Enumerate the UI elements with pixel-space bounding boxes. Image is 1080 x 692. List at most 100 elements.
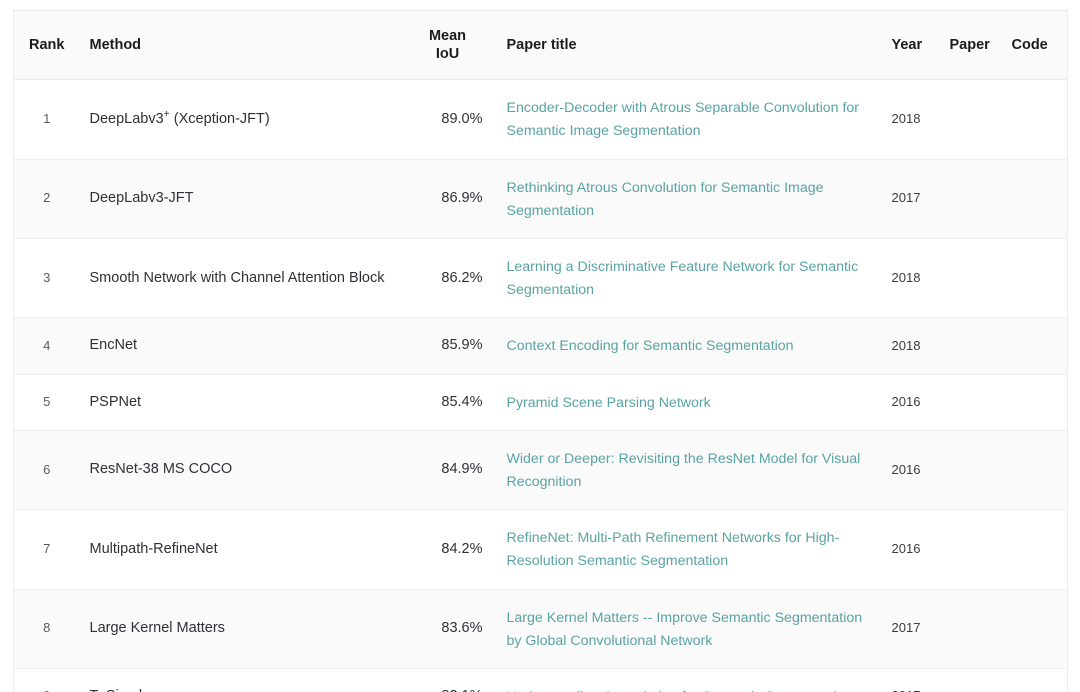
cell-rank: 4 — [14, 318, 76, 374]
cell-paper-title: Pyramid Scene Parsing Network — [491, 374, 884, 430]
paper-title-link[interactable]: Wider or Deeper: Revisiting the ResNet M… — [507, 451, 861, 490]
column-header-rank[interactable]: Rank — [14, 11, 76, 80]
table-row[interactable]: 9 TuSimple 83.1%Understanding Convolution … — [14, 668, 1068, 692]
table-row[interactable]: 4 EncNet 85.9% Context Encoding for Semanti… — [14, 318, 1068, 374]
cell-method: DeepLabv3-JFT — [76, 159, 409, 238]
cell-mean-iou: 83.1% — [409, 668, 491, 692]
cell-code-link[interactable] — [1004, 318, 1068, 374]
cell-method: Large Kernel Matters — [76, 589, 409, 668]
paper-title-link[interactable]: Context Encoding for Semantic Segmentati… — [507, 338, 794, 354]
cell-rank: 6 — [14, 430, 76, 509]
cell-paper-link[interactable] — [942, 510, 1004, 589]
table-row[interactable]: 6 ResNet-38 MS COCO 84.9% Wider or Deeper: … — [14, 430, 1068, 509]
table-body: 1DeepLabv3+ (Xception-JFT)89.0%Encoder-D… — [14, 80, 1068, 692]
cell-paper-title: Learning a Discriminative Feature Networ… — [491, 239, 884, 318]
cell-rank: 9 — [14, 668, 76, 692]
cell-mean-iou: 85.9% — [409, 318, 491, 374]
method-name: TuSimple — [90, 688, 151, 692]
cell-paper-link[interactable] — [942, 668, 1004, 692]
cell-paper-title: Rethinking Atrous Convolution for Semant… — [491, 159, 884, 238]
cell-paper-link[interactable] — [942, 318, 1004, 374]
cell-paper-link[interactable] — [942, 589, 1004, 668]
table-row[interactable]: 5 PSPNet 85.4% Pyramid Scene Parsing Networ… — [14, 374, 1068, 430]
cell-year: 2016 — [884, 430, 942, 509]
cell-year: 2016 — [884, 510, 942, 589]
method-name: ResNet-38 MS COCO — [90, 461, 233, 477]
cell-year: 2017 — [884, 668, 942, 692]
cell-code-link[interactable] — [1004, 80, 1068, 159]
column-header-method[interactable]: Method — [76, 11, 409, 80]
cell-method: Multipath-RefineNet — [76, 510, 409, 589]
cell-mean-iou: 85.4% — [409, 374, 491, 430]
column-header-year[interactable]: Year — [884, 11, 942, 80]
cell-method: TuSimple — [76, 668, 409, 692]
cell-method: DeepLabv3+ (Xception-JFT) — [76, 80, 409, 159]
method-name: Smooth Network with Channel Attention Bl… — [90, 270, 385, 286]
cell-year: 2017 — [884, 159, 942, 238]
cell-method: EncNet — [76, 318, 409, 374]
cell-code-link[interactable] — [1004, 668, 1068, 692]
cell-paper-title: Large Kernel Matters -- Improve Semantic… — [491, 589, 884, 668]
paper-title-link[interactable]: Learning a Discriminative Feature Networ… — [507, 259, 859, 298]
cell-mean-iou: 84.9% — [409, 430, 491, 509]
cell-year: 2018 — [884, 318, 942, 374]
method-variant: (Xception-JFT) — [170, 111, 270, 127]
table-row[interactable]: 7 Multipath-RefineNet 84.2% RefineNet: Mult… — [14, 510, 1068, 589]
cell-year: 2018 — [884, 80, 942, 159]
column-header-paper-link[interactable]: Paper — [942, 11, 1004, 80]
cell-code-link[interactable] — [1004, 374, 1068, 430]
cell-rank: 1 — [14, 80, 76, 159]
cell-paper-link[interactable] — [942, 159, 1004, 238]
page-container: Rank Method Mean IoU Paper title Year Pa… — [0, 0, 1080, 692]
cell-method: ResNet-38 MS COCO — [76, 430, 409, 509]
cell-paper-link[interactable] — [942, 374, 1004, 430]
cell-rank: 5 — [14, 374, 76, 430]
cell-method: PSPNet — [76, 374, 409, 430]
table-row[interactable]: 8 Large Kernel Matters 83.6% Large Kernel M… — [14, 589, 1068, 668]
paper-title-link[interactable]: RefineNet: Multi-Path Refinement Network… — [507, 530, 840, 569]
cell-code-link[interactable] — [1004, 589, 1068, 668]
table-row[interactable]: 1DeepLabv3+ (Xception-JFT)89.0%Encoder-D… — [14, 80, 1068, 159]
cell-code-link[interactable] — [1004, 239, 1068, 318]
cell-paper-title: Context Encoding for Semantic Segmentati… — [491, 318, 884, 374]
header-row: Rank Method Mean IoU Paper title Year Pa… — [14, 11, 1068, 80]
cell-paper-title: Understanding Convolution for Semantic S… — [491, 668, 884, 692]
table-row[interactable]: 2 DeepLabv3-JFT 86.9% Rethinking Atrous Con… — [14, 159, 1068, 238]
cell-paper-link[interactable] — [942, 239, 1004, 318]
table-row[interactable]: 3Smooth Network with Channel Attention B… — [14, 239, 1068, 318]
method-name: DeepLabv3 — [90, 111, 164, 127]
method-name: PSPNet — [90, 394, 142, 410]
method-name: DeepLabv3-JFT — [90, 190, 194, 206]
paper-title-link[interactable]: Large Kernel Matters -- Improve Semantic… — [507, 610, 863, 649]
cell-mean-iou: 86.2% — [409, 239, 491, 318]
column-header-paper-title[interactable]: Paper title — [491, 11, 884, 80]
cell-paper-title: Wider or Deeper: Revisiting the ResNet M… — [491, 430, 884, 509]
cell-rank: 8 — [14, 589, 76, 668]
cell-year: 2017 — [884, 589, 942, 668]
cell-paper-link[interactable] — [942, 80, 1004, 159]
method-name: Large Kernel Matters — [90, 620, 225, 636]
mean-iou-label-line1: Mean — [429, 28, 466, 44]
cell-year: 2018 — [884, 239, 942, 318]
cell-code-link[interactable] — [1004, 159, 1068, 238]
paper-title-link[interactable]: Rethinking Atrous Convolution for Semant… — [507, 180, 824, 219]
column-header-mean-iou[interactable]: Mean IoU — [409, 11, 491, 80]
cell-mean-iou: 83.6% — [409, 589, 491, 668]
mean-iou-label-line2: IoU — [436, 46, 459, 62]
column-header-code-link[interactable]: Code — [1004, 11, 1068, 80]
method-name: EncNet — [90, 337, 138, 353]
method-name: Multipath-RefineNet — [90, 541, 218, 557]
leaderboard-table: Rank Method Mean IoU Paper title Year Pa… — [13, 10, 1068, 692]
cell-code-link[interactable] — [1004, 430, 1068, 509]
paper-title-link[interactable]: Pyramid Scene Parsing Network — [507, 395, 711, 411]
cell-code-link[interactable] — [1004, 510, 1068, 589]
cell-year: 2016 — [884, 374, 942, 430]
cell-paper-link[interactable] — [942, 430, 1004, 509]
cell-method: Smooth Network with Channel Attention Bl… — [76, 239, 409, 318]
paper-title-link[interactable]: Encoder-Decoder with Atrous Separable Co… — [507, 100, 860, 139]
cell-paper-title: RefineNet: Multi-Path Refinement Network… — [491, 510, 884, 589]
cell-mean-iou: 84.2% — [409, 510, 491, 589]
cell-mean-iou: 86.9% — [409, 159, 491, 238]
cell-rank: 7 — [14, 510, 76, 589]
cell-rank: 2 — [14, 159, 76, 238]
